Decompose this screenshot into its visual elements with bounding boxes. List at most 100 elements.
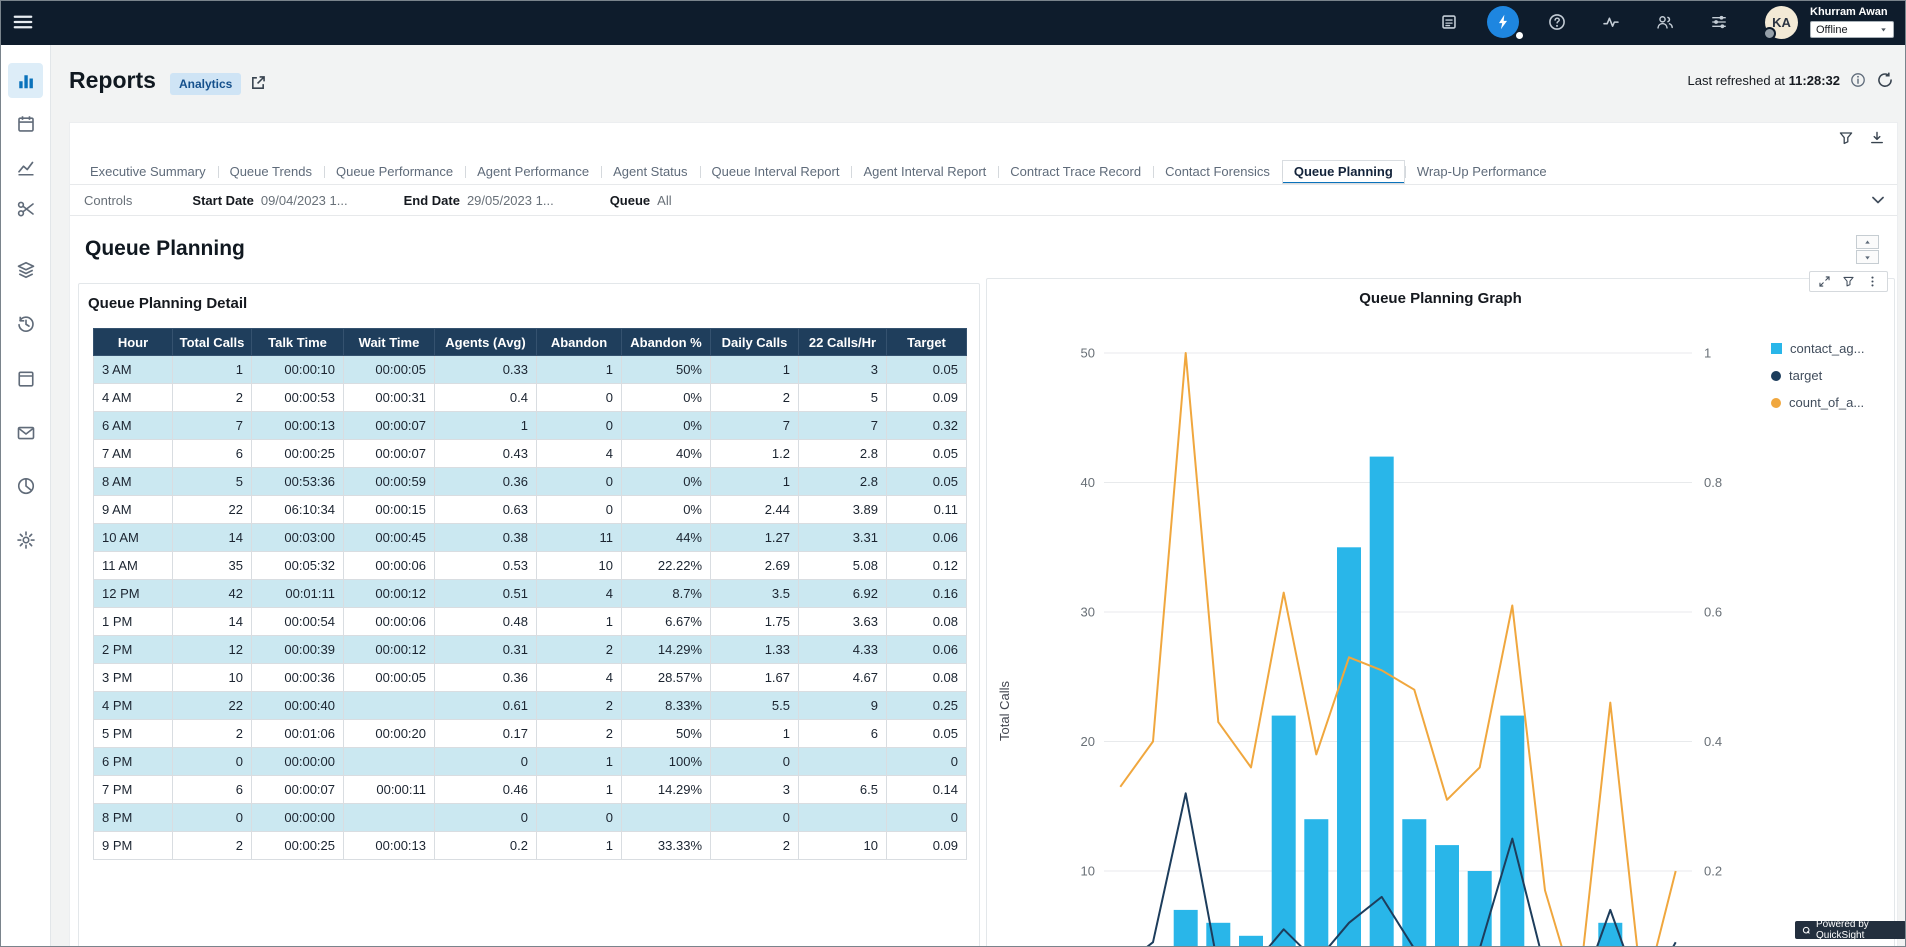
table-cell: 0.36 <box>435 664 537 692</box>
table-cell: 4 <box>537 664 622 692</box>
tab-queue-performance[interactable]: Queue Performance <box>324 160 465 184</box>
sidebar-item-reports[interactable] <box>8 63 43 98</box>
sidebar-item-trends[interactable] <box>8 150 43 185</box>
table-cell: 00:00:20 <box>344 720 435 748</box>
tab-agent-status[interactable]: Agent Status <box>601 160 699 184</box>
legend-square-icon <box>1771 343 1782 354</box>
table-cell: 00:00:00 <box>252 748 344 776</box>
table-cell: 3.89 <box>799 496 887 524</box>
table-cell: 1 PM <box>94 608 173 636</box>
table-cell: 0.08 <box>887 664 967 692</box>
sidebar-item-calendar[interactable] <box>8 106 43 141</box>
external-link-icon[interactable] <box>249 74 267 92</box>
sidebar-item-tools[interactable] <box>8 191 43 226</box>
tab-queue-trends[interactable]: Queue Trends <box>218 160 324 184</box>
table-cell: 1 <box>711 720 799 748</box>
caret-down-icon <box>1863 253 1872 262</box>
chevron-down-icon[interactable] <box>1869 191 1887 209</box>
col-22-calls-hr[interactable]: 22 Calls/Hr <box>799 329 887 356</box>
filter-icon[interactable] <box>1838 130 1854 146</box>
sidebar-item-history[interactable] <box>8 306 43 341</box>
col-abandon[interactable]: Abandon % <box>622 329 711 356</box>
tab-agent-interval-report[interactable]: Agent Interval Report <box>851 160 998 184</box>
filter-end-date[interactable]: End Date29/05/2023 1... <box>404 193 554 208</box>
col-wait-time[interactable]: Wait Time <box>344 329 435 356</box>
sidebar-item-layers[interactable] <box>8 252 43 287</box>
table-cell: 00:00:05 <box>344 356 435 384</box>
tab-contract-trace-record[interactable]: Contract Trace Record <box>998 160 1153 184</box>
col-hour[interactable]: Hour <box>94 329 173 356</box>
table-cell: 0.38 <box>435 524 537 552</box>
refresh-icon[interactable] <box>1876 71 1894 89</box>
menu-icon[interactable] <box>12 11 34 33</box>
table-cell: 3 AM <box>94 356 173 384</box>
table-cell: 2 <box>537 720 622 748</box>
legend-item-contact-ag[interactable]: contact_ag... <box>1771 341 1864 356</box>
table-cell: 0 <box>887 748 967 776</box>
filter-start-date[interactable]: Start Date09/04/2023 1... <box>192 193 347 208</box>
dashboard-panel: Executive SummaryQueue TrendsQueue Perfo… <box>69 122 1898 947</box>
table-cell: 28.57% <box>622 664 711 692</box>
info-icon[interactable] <box>1850 72 1866 88</box>
table-cell: 00:01:06 <box>252 720 344 748</box>
filter-label: End Date <box>404 193 460 208</box>
legend-item-target[interactable]: target <box>1771 368 1864 383</box>
table-cell: 0 <box>537 468 622 496</box>
table-cell: 14 <box>173 524 252 552</box>
export-icon[interactable] <box>1869 130 1885 146</box>
tab-contact-forensics[interactable]: Contact Forensics <box>1153 160 1282 184</box>
chart-legend: contact_ag...target count_of_a... <box>1771 341 1864 422</box>
settings-sliders-icon[interactable] <box>1703 6 1735 38</box>
table-cell: 00:00:05 <box>344 664 435 692</box>
table-cell: 0 <box>537 384 622 412</box>
avatar[interactable]: KA <box>1765 6 1798 39</box>
scroll-up-button[interactable] <box>1856 235 1879 249</box>
legend-item-count-of-a[interactable]: count_of_a... <box>1771 395 1864 410</box>
table-cell: 0 <box>537 412 622 440</box>
table-cell: 0.33 <box>435 356 537 384</box>
table-cell: 7 AM <box>94 440 173 468</box>
tab-wrap-up-performance[interactable]: Wrap-Up Performance <box>1405 160 1559 184</box>
table-cell: 7 <box>799 412 887 440</box>
tab-queue-interval-report[interactable]: Queue Interval Report <box>700 160 852 184</box>
col-talk-time[interactable]: Talk Time <box>252 329 344 356</box>
table-cell: 0.16 <box>887 580 967 608</box>
status-select[interactable]: Offline <box>1810 21 1894 38</box>
filter-queue[interactable]: QueueAll <box>610 193 672 208</box>
help-icon[interactable] <box>1541 6 1573 38</box>
expand-icon[interactable] <box>1818 275 1831 288</box>
table-cell: 100% <box>622 748 711 776</box>
sidebar-item-mail[interactable] <box>8 415 43 450</box>
scroll-down-button[interactable] <box>1856 250 1879 264</box>
lightning-icon[interactable] <box>1487 6 1519 38</box>
sidebar-item-settings[interactable] <box>8 522 43 557</box>
table-cell: 0.43 <box>435 440 537 468</box>
col-agents-avg[interactable]: Agents (Avg) <box>435 329 537 356</box>
kebab-menu-icon[interactable] <box>1866 275 1879 288</box>
sidebar-item-modules[interactable] <box>8 361 43 396</box>
table-cell: 2 <box>173 720 252 748</box>
graph-card-title: Queue Planning Graph <box>987 290 1894 307</box>
metrics-icon[interactable] <box>1595 6 1627 38</box>
filter-label: Start Date <box>192 193 253 208</box>
svg-text:50: 50 <box>1081 346 1095 361</box>
combo-chart[interactable]: 504030201010.80.60.40.2 <box>1047 337 1722 947</box>
col-abandon[interactable]: Abandon <box>537 329 622 356</box>
users-icon[interactable] <box>1649 6 1681 38</box>
table-row: 3 PM1000:00:3600:00:050.36428.57%1.674.6… <box>94 664 967 692</box>
controls-label: Controls <box>84 193 132 208</box>
visual-filter-icon[interactable] <box>1842 275 1855 288</box>
powered-by-quicksight[interactable]: Powered by QuickSight <box>1795 921 1906 939</box>
col-daily-calls[interactable]: Daily Calls <box>711 329 799 356</box>
tab-queue-planning[interactable]: Queue Planning <box>1282 160 1405 184</box>
tab-agent-performance[interactable]: Agent Performance <box>465 160 601 184</box>
queue-planning-detail-table: HourTotal CallsTalk TimeWait TimeAgents … <box>93 328 967 860</box>
notes-icon[interactable] <box>1433 6 1465 38</box>
col-total-calls[interactable]: Total Calls <box>173 329 252 356</box>
table-cell: 44% <box>622 524 711 552</box>
col-target[interactable]: Target <box>887 329 967 356</box>
table-cell: 0.09 <box>887 384 967 412</box>
tab-executive-summary[interactable]: Executive Summary <box>78 160 218 184</box>
table-cell: 8.33% <box>622 692 711 720</box>
sidebar-item-analytics[interactable] <box>8 468 43 503</box>
